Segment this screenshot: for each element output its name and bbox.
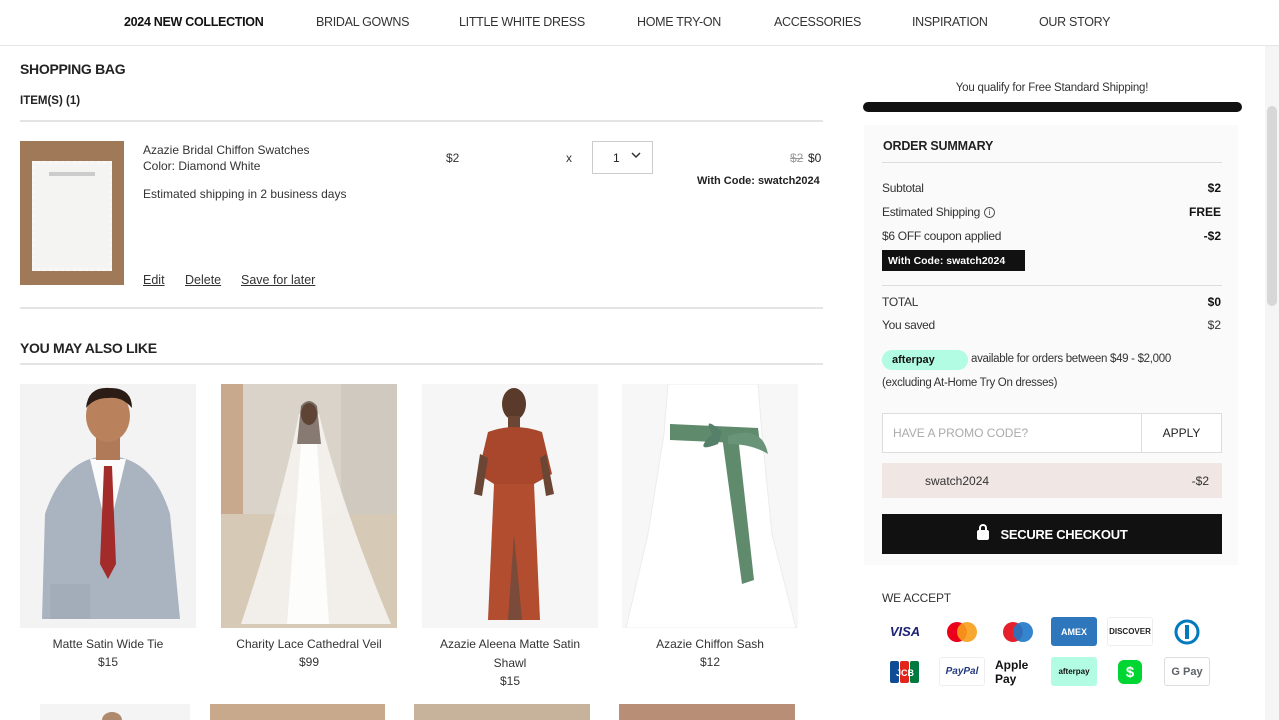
cash-app-icon: $: [1107, 657, 1153, 686]
save-for-later-link[interactable]: Save for later: [241, 273, 315, 287]
recommendation-name[interactable]: Azazie Chiffon Sash: [622, 635, 798, 654]
coupon-code-tag: With Code: swatch2024: [882, 250, 1025, 271]
free-shipping-message: You qualify for Free Standard Shipping!: [955, 82, 1149, 94]
product-image-swatches[interactable]: [20, 141, 124, 285]
afterpay-exclusion: (excluding At-Home Try On dresses): [882, 377, 1058, 389]
product-image[interactable]: [40, 704, 190, 720]
divider: [20, 363, 823, 365]
secure-checkout-button[interactable]: SECURE CHECKOUT: [882, 514, 1222, 554]
shipping-label: Estimated Shipping: [882, 205, 980, 219]
top-nav: 2024 NEW COLLECTION BRIDAL GOWNS LITTLE …: [0, 0, 1279, 46]
apply-button[interactable]: APPLY: [1142, 413, 1222, 453]
coupon-label: $6 OFF coupon applied: [882, 229, 1002, 243]
divider: [20, 120, 823, 122]
quantity-value: 1: [613, 151, 620, 165]
saved-value: $2: [1207, 318, 1221, 332]
discover-icon: DISCOVER: [1107, 617, 1153, 646]
item-code-note: With Code: swatch2024: [697, 175, 820, 187]
product-image-tie[interactable]: [20, 384, 196, 628]
applied-coupon-row: swatch2024 -$2: [882, 463, 1222, 498]
recommendation-price: $99: [298, 655, 320, 669]
product-image-sash[interactable]: [622, 384, 798, 628]
google-pay-icon: G Pay: [1164, 657, 1210, 686]
shipping-value: FREE: [1188, 205, 1221, 219]
recommendation-name[interactable]: Azazie Aleena Matte Satin Shawl: [422, 635, 598, 673]
shipping-progress-bar: [863, 102, 1242, 112]
applied-coupon-code: swatch2024: [925, 474, 990, 488]
jcb-icon: JCB: [882, 657, 928, 686]
recommendations-title: YOU MAY ALSO LIKE: [20, 340, 157, 356]
swatch-card-image: [32, 161, 112, 271]
total-value: $0: [1207, 295, 1221, 309]
nav-inspiration[interactable]: INSPIRATION: [912, 15, 988, 29]
diners-club-icon: [1164, 617, 1210, 646]
divider: [20, 307, 823, 309]
quantity-multiplier: x: [566, 151, 572, 165]
delete-link[interactable]: Delete: [185, 273, 221, 287]
svg-text:$: $: [1126, 664, 1135, 681]
order-summary-title: ORDER SUMMARY: [883, 139, 994, 153]
checkout-label: SECURE CHECKOUT: [1000, 526, 1128, 542]
product-image[interactable]: [414, 704, 590, 720]
quantity-select[interactable]: 1: [592, 141, 653, 174]
recommendation-price: $15: [499, 674, 521, 688]
lock-icon: [976, 523, 989, 540]
nav-bridal-gowns[interactable]: BRIDAL GOWNS: [316, 15, 409, 29]
product-image[interactable]: [210, 704, 385, 720]
edit-link[interactable]: Edit: [143, 273, 165, 287]
product-name[interactable]: Azazie Bridal Chiffon Swatches: [143, 143, 310, 157]
paypal-icon: PayPal: [939, 657, 985, 686]
product-shipping-estimate: Estimated shipping in 2 business days: [143, 187, 347, 201]
apple-pay-icon: Apple Pay: [995, 657, 1041, 686]
amex-icon: AMEX: [1051, 617, 1097, 646]
recommendation-name[interactable]: Matte Satin Wide Tie: [20, 635, 196, 654]
product-image-veil[interactable]: [221, 384, 397, 628]
info-icon[interactable]: i: [984, 207, 995, 219]
items-count: ITEM(S) (1): [20, 95, 81, 107]
subtotal-label: Subtotal: [882, 181, 924, 195]
nav-home-try-on[interactable]: HOME TRY-ON: [637, 15, 721, 29]
product-unit-price: $2: [446, 151, 460, 165]
product-image-shawl[interactable]: [422, 384, 598, 628]
maestro-icon: [995, 617, 1041, 646]
recommendation-price: $15: [97, 655, 119, 669]
afterpay-logo[interactable]: afterpay: [882, 350, 968, 370]
scrollbar-track[interactable]: [1265, 46, 1279, 720]
discounted-price: $0: [808, 151, 822, 165]
visa-icon: VISA: [882, 617, 928, 646]
promo-code-input[interactable]: [882, 413, 1142, 453]
original-price: $2: [790, 151, 804, 165]
product-color: Color: Diamond White: [143, 159, 261, 173]
coupon-value: -$2: [1203, 229, 1221, 243]
afterpay-info: available for orders between $49 - $2,00…: [971, 353, 1171, 365]
applied-coupon-value: -$2: [1191, 474, 1209, 488]
recommendation-name[interactable]: Charity Lace Cathedral Veil: [221, 635, 397, 654]
mastercard-icon: [939, 617, 985, 646]
nav-little-white-dress[interactable]: LITTLE WHITE DRESS: [459, 15, 585, 29]
we-accept-label: WE ACCEPT: [882, 591, 951, 605]
product-image[interactable]: [619, 704, 795, 720]
saved-label: You saved: [882, 318, 935, 332]
afterpay-icon: afterpay: [1051, 657, 1097, 686]
page-title: SHOPPING BAG: [20, 61, 126, 77]
divider: [882, 285, 1222, 286]
chevron-down-icon: [630, 149, 642, 164]
text-cursor: [1020, 250, 1023, 271]
nav-accessories[interactable]: ACCESSORIES: [774, 15, 861, 29]
shipping-label-row: Estimated Shipping i: [882, 205, 995, 219]
nav-new-collection[interactable]: 2024 NEW COLLECTION: [124, 15, 264, 29]
divider: [882, 162, 1222, 163]
total-label: TOTAL: [882, 295, 919, 309]
nav-our-story[interactable]: OUR STORY: [1039, 15, 1110, 29]
scrollbar-thumb[interactable]: [1267, 106, 1277, 306]
recommendation-price: $12: [699, 655, 721, 669]
svg-text:JCB: JCB: [896, 668, 915, 678]
subtotal-value: $2: [1207, 181, 1221, 195]
